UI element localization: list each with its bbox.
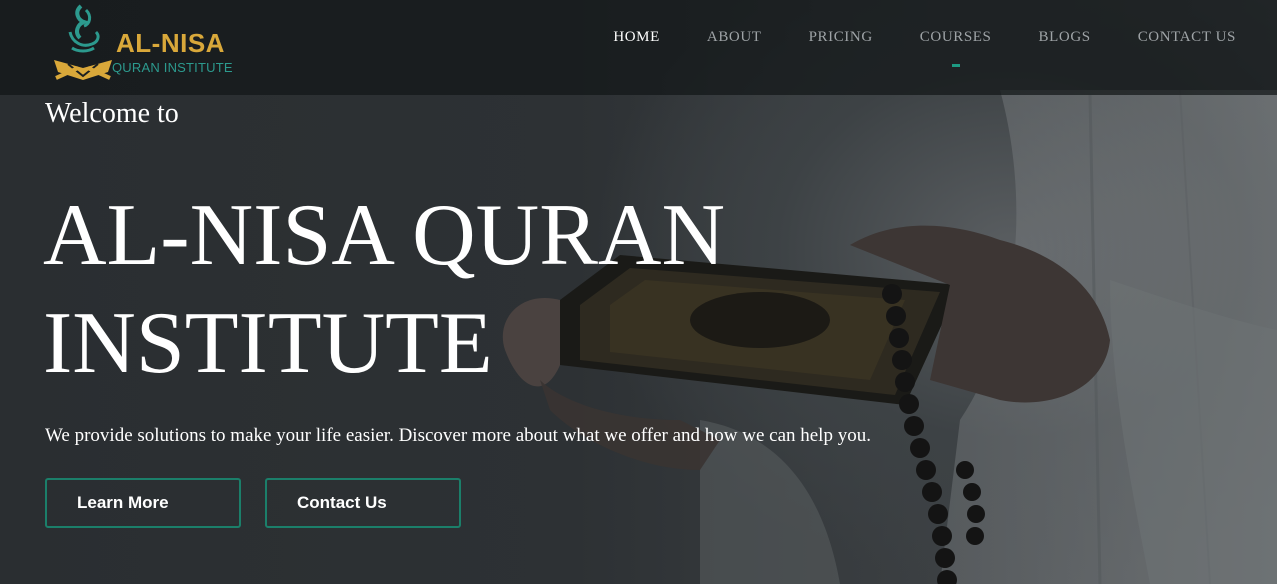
nav-blogs[interactable]: BLOGS — [1039, 29, 1091, 46]
welcome-text: Welcome to — [45, 98, 179, 129]
nav-courses[interactable]: COURSES — [919, 29, 992, 67]
main-navigation: HOME ABOUT PRICING COURSES BLOGS CONTACT… — [613, 29, 1236, 67]
hero-tagline: We provide solutions to make your life e… — [45, 425, 871, 446]
logo-subtitle: QURAN INSTITUTE — [112, 60, 233, 75]
nav-home[interactable]: HOME — [613, 29, 660, 46]
nav-active-indicator — [951, 64, 960, 67]
quran-stand-logo-icon — [54, 4, 112, 80]
contact-us-button[interactable]: Contact Us — [265, 478, 461, 528]
site-logo[interactable]: AL-NISA QURAN INSTITUTE — [48, 0, 248, 90]
nav-courses-label: COURSES — [919, 29, 992, 45]
hero-title: AL-NISA QURAN INSTITUTE — [43, 182, 843, 398]
hero-title-line2: INSTITUTE — [43, 295, 493, 392]
nav-pricing[interactable]: PRICING — [809, 29, 873, 46]
navigation-bar: AL-NISA QURAN INSTITUTE HOME ABOUT PRICI… — [0, 0, 1277, 95]
logo-title: AL-NISA — [116, 28, 225, 58]
nav-contact-us[interactable]: CONTACT US — [1138, 29, 1236, 46]
hero-title-line1: AL-NISA QURAN — [43, 187, 725, 284]
nav-about[interactable]: ABOUT — [707, 29, 762, 46]
learn-more-button[interactable]: Learn More — [45, 478, 241, 528]
